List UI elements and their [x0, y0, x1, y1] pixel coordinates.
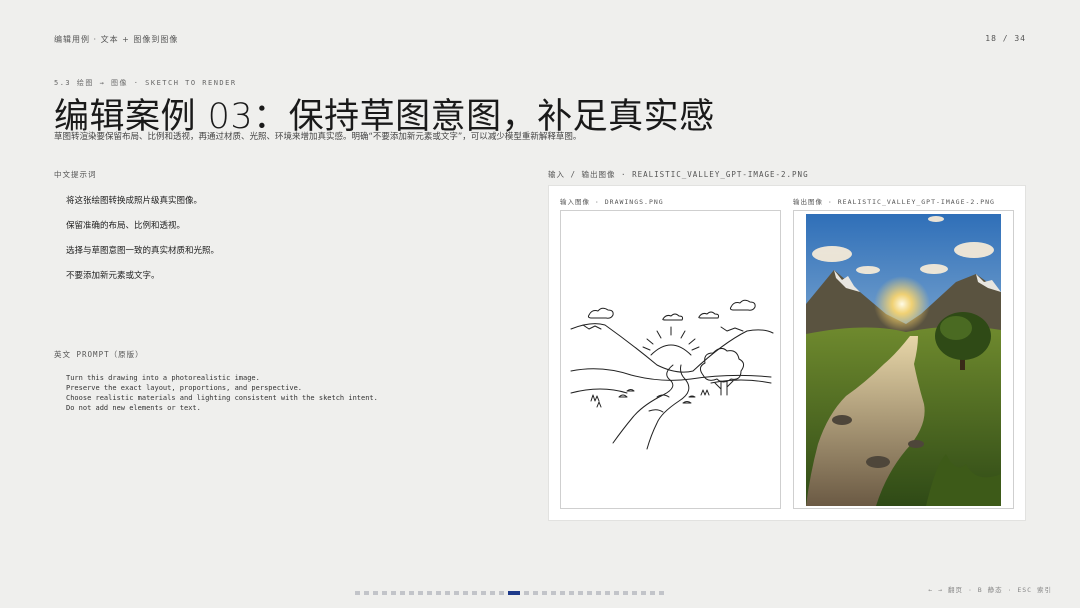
cn-prompt-line: 选择与草图意图一致的真实材质和光照。 [66, 246, 220, 256]
pager-dot[interactable] [409, 591, 414, 595]
pager-dot[interactable] [623, 591, 628, 595]
pager-dot[interactable] [632, 591, 637, 595]
input-sketch-image [560, 210, 781, 509]
keyboard-hint: ← → 翻页 · B 静态 · ESC 索引 [928, 586, 1052, 594]
pager-dot[interactable] [445, 591, 450, 595]
pager-dot[interactable] [533, 591, 538, 595]
pager-dot[interactable] [427, 591, 432, 595]
en-prompt-heading: 英文 PROMPT（原版） [54, 350, 144, 359]
pager-dot[interactable] [587, 591, 592, 595]
pager-dot[interactable] [364, 591, 369, 595]
cn-prompt-list: 将这张绘图转换成照片级真实图像。 保留准确的布局、比例和透视。 选择与草图意图一… [66, 194, 219, 294]
cn-prompt-line: 保留准确的布局、比例和透视。 [66, 221, 186, 231]
cn-prompt-line: 不要添加新元素或文字。 [66, 271, 160, 281]
pager-dot[interactable] [605, 591, 610, 595]
pager-dot[interactable] [641, 591, 646, 595]
pager-dot[interactable] [400, 591, 405, 595]
pager-dot[interactable] [463, 591, 468, 595]
pager-dot[interactable] [355, 591, 360, 595]
pager-dot[interactable] [391, 591, 396, 595]
pager-dot[interactable] [481, 591, 486, 595]
pager-dot[interactable] [650, 591, 655, 595]
section-label: 5.3 绘图 → 图像 · SKETCH TO RENDER [54, 79, 237, 87]
pager-dot[interactable] [490, 591, 495, 595]
cn-prompt-line: 将这张绘图转换成照片级真实图像。 [66, 196, 203, 206]
pager-dot[interactable] [436, 591, 441, 595]
realistic-valley-photo [806, 214, 1001, 506]
pager-dot[interactable] [373, 591, 378, 595]
pager-dot[interactable] [542, 591, 547, 595]
pager-dot[interactable] [659, 591, 664, 595]
output-realistic-image [793, 210, 1014, 509]
image-card-heading: 输入 / 输出图像 · REALISTIC_VALLEY_GPT-IMAGE-2… [548, 170, 809, 179]
input-image-label: 输入图像 · DRAWINGS.PNG [560, 198, 664, 206]
pager-dot[interactable] [499, 591, 504, 595]
sketch-drawing [570, 299, 774, 450]
pager-dot[interactable] [524, 591, 529, 595]
pager-dot[interactable] [569, 591, 574, 595]
page-counter: 18 / 34 [985, 34, 1026, 43]
pager-dot[interactable] [472, 591, 477, 595]
breadcrumb: 编辑用例 · 文本 + 图像到图像 [54, 35, 179, 44]
pager-dot[interactable] [454, 591, 459, 595]
en-prompt-text: Turn this drawing into a photorealistic … [66, 374, 378, 412]
pager-dot[interactable] [418, 591, 423, 595]
output-image-label: 输出图像 · REALISTIC_VALLEY_GPT-IMAGE-2.PNG [793, 198, 995, 206]
pager-dot[interactable] [596, 591, 601, 595]
pager-dot[interactable] [508, 591, 520, 595]
cn-prompt-heading: 中文提示词 [54, 170, 97, 179]
page-subtitle: 草图转渲染要保留布局、比例和透视，再通过材质、光照、环境来增加真实感。明确“不要… [54, 132, 582, 142]
pager-dot[interactable] [551, 591, 556, 595]
pager-dot[interactable] [382, 591, 387, 595]
slide-pager [355, 591, 664, 595]
pager-dot[interactable] [578, 591, 583, 595]
pager-dot[interactable] [614, 591, 619, 595]
pager-dot[interactable] [560, 591, 565, 595]
